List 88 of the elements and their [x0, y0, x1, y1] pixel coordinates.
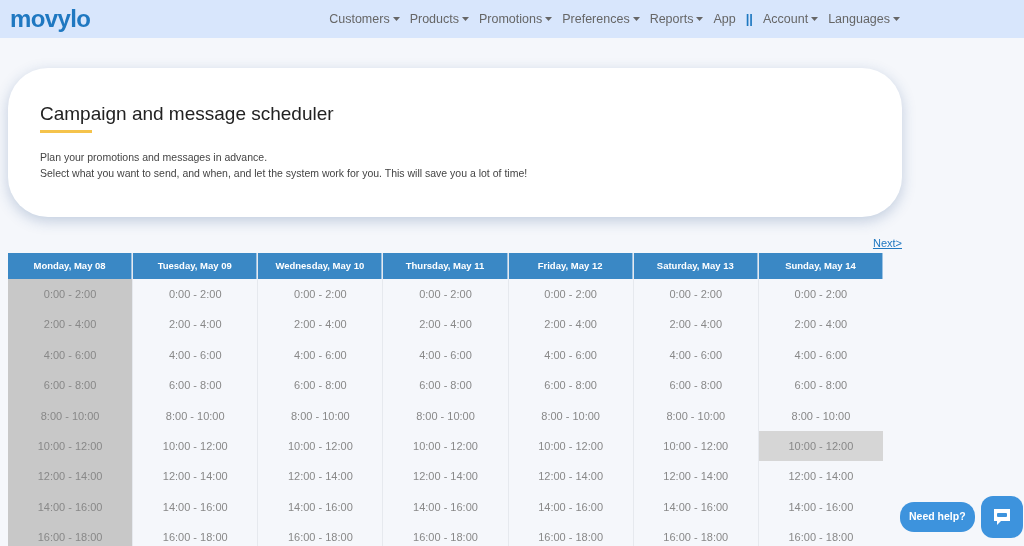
time-slot[interactable]: 6:00 - 8:00 [758, 370, 883, 401]
time-slot[interactable]: 16:00 - 18:00 [633, 522, 758, 546]
nav-menu-item[interactable]: Promotions [479, 9, 553, 29]
time-slot[interactable]: 12:00 - 14:00 [633, 461, 758, 492]
chat-button[interactable] [980, 496, 1023, 538]
time-slot[interactable]: 10:00 - 12:00 [383, 430, 508, 462]
time-slot[interactable]: 0:00 - 2:00 [133, 279, 258, 310]
time-slot: 0:00 - 2:00 [8, 279, 133, 310]
title-underline [40, 129, 92, 133]
need-help-bubble[interactable]: Need help? [900, 502, 975, 532]
time-slot[interactable]: 2:00 - 4:00 [258, 309, 383, 340]
time-slot[interactable]: 10:00 - 12:00 [508, 430, 633, 462]
time-slot[interactable]: 6:00 - 8:00 [633, 370, 758, 401]
nav-menu-item[interactable]: App [713, 9, 736, 29]
time-slot: 4:00 - 6:00 [8, 339, 133, 371]
day-header: Friday, May 12 [508, 253, 633, 279]
time-slot[interactable]: 16:00 - 18:00 [508, 522, 633, 546]
time-slot[interactable]: 16:00 - 18:00 [383, 522, 508, 546]
time-slot[interactable]: 8:00 - 10:00 [383, 400, 508, 431]
time-slot: 14:00 - 16:00 [8, 491, 133, 523]
time-slot[interactable]: 4:00 - 6:00 [633, 339, 758, 371]
time-slot[interactable]: 0:00 - 2:00 [383, 279, 508, 310]
time-slot: 8:00 - 10:00 [8, 400, 133, 431]
time-slot[interactable]: 8:00 - 10:00 [758, 400, 883, 431]
time-slot[interactable]: 6:00 - 8:00 [258, 370, 383, 401]
day-header: Thursday, May 11 [383, 253, 508, 279]
time-slot[interactable]: 10:00 - 12:00 [133, 430, 258, 462]
time-slot[interactable]: 0:00 - 2:00 [508, 279, 633, 310]
time-slot[interactable]: 2:00 - 4:00 [633, 309, 758, 340]
time-slot[interactable]: 12:00 - 14:00 [258, 461, 383, 492]
time-slot[interactable]: 12:00 - 14:00 [508, 461, 633, 492]
time-slot[interactable]: 8:00 - 10:00 [508, 400, 633, 431]
next-link[interactable]: Next> [872, 235, 902, 251]
time-slot[interactable]: 8:00 - 10:00 [258, 400, 383, 431]
time-slot: 2:00 - 4:00 [8, 309, 133, 340]
time-slot[interactable]: 8:00 - 10:00 [633, 400, 758, 431]
time-slot[interactable]: 6:00 - 8:00 [133, 370, 258, 401]
time-slot[interactable]: 16:00 - 18:00 [133, 522, 258, 546]
nav-menu-item[interactable]: Reports [649, 9, 704, 29]
time-slot[interactable]: 6:00 - 8:00 [383, 370, 508, 401]
time-slot[interactable]: 2:00 - 4:00 [383, 309, 508, 340]
time-slot[interactable]: 16:00 - 18:00 [758, 522, 883, 546]
time-slot[interactable]: 10:00 - 12:00 [258, 430, 383, 462]
time-slot[interactable]: 16:00 - 18:00 [258, 522, 383, 546]
time-slot[interactable]: 10:00 - 12:00 [758, 430, 883, 462]
time-slot[interactable]: 4:00 - 6:00 [508, 339, 633, 371]
time-slot[interactable]: 4:00 - 6:00 [258, 339, 383, 371]
nav-menu-item[interactable]: Customers [329, 9, 400, 29]
time-slot[interactable]: 12:00 - 14:00 [133, 461, 258, 492]
nav-menu-item[interactable]: Languages [828, 9, 900, 29]
nav-menu-item[interactable]: Preferences [562, 9, 640, 29]
time-slot[interactable]: 2:00 - 4:00 [758, 309, 883, 340]
time-slot[interactable]: 12:00 - 14:00 [758, 461, 883, 492]
day-header: Monday, May 08 [8, 253, 133, 279]
time-slot[interactable]: 14:00 - 16:00 [758, 491, 883, 523]
time-slot[interactable]: 4:00 - 6:00 [758, 339, 883, 371]
time-slot[interactable]: 2:00 - 4:00 [508, 309, 633, 340]
time-slot: 10:00 - 12:00 [8, 430, 133, 462]
time-slot[interactable]: 0:00 - 2:00 [633, 279, 758, 310]
time-slot: 6:00 - 8:00 [8, 370, 133, 401]
nav-menu-item[interactable]: Products [409, 9, 469, 29]
day-header: Wednesday, May 10 [258, 253, 383, 279]
time-slot: 12:00 - 14:00 [8, 461, 133, 492]
intro-text: Plan your promotions and messages in advance. [40, 149, 269, 165]
time-slot[interactable]: 14:00 - 16:00 [383, 491, 508, 523]
time-slot[interactable]: 0:00 - 2:00 [758, 279, 883, 310]
time-slot[interactable]: 10:00 - 12:00 [633, 430, 758, 462]
time-slot[interactable]: 8:00 - 10:00 [133, 400, 258, 431]
day-header: Tuesday, May 09 [133, 253, 258, 279]
intro-text: Select what you want to send, and when, and let the system work for you. This will save you a lot of time! [40, 165, 529, 181]
day-header: Saturday, May 13 [633, 253, 758, 279]
time-slot[interactable]: 14:00 - 16:00 [133, 491, 258, 523]
time-slot[interactable]: 4:00 - 6:00 [383, 339, 508, 371]
time-slot[interactable]: 12:00 - 14:00 [383, 461, 508, 492]
time-slot[interactable]: 14:00 - 16:00 [633, 491, 758, 523]
time-slot[interactable]: 14:00 - 16:00 [258, 491, 383, 523]
logo[interactable]: movylo [10, 7, 91, 31]
time-slot[interactable]: 2:00 - 4:00 [133, 309, 258, 340]
page-title: Campaign and message scheduler [40, 102, 335, 126]
time-slot[interactable]: 6:00 - 8:00 [508, 370, 633, 401]
time-slot: 16:00 - 18:00 [8, 522, 133, 546]
time-slot[interactable]: 0:00 - 2:00 [258, 279, 383, 310]
chat-icon [991, 507, 1012, 527]
nav-separator: || [745, 10, 753, 29]
day-header: Sunday, May 14 [758, 253, 883, 279]
time-slot[interactable]: 14:00 - 16:00 [508, 491, 633, 523]
time-slot[interactable]: 4:00 - 6:00 [133, 339, 258, 371]
nav-menu-item[interactable]: Account [762, 9, 819, 29]
